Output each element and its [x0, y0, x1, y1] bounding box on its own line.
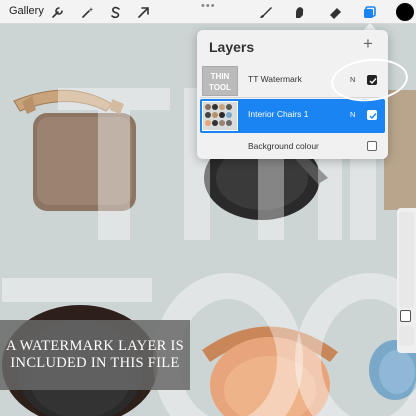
add-layer-button[interactable]: + [363, 35, 373, 52]
layer-thumbnail [202, 101, 238, 131]
background-colour-row[interactable]: Background colour [200, 134, 385, 156]
layer-name: Interior Chairs 1 [248, 109, 309, 119]
background-visibility-checkbox[interactable] [367, 141, 377, 151]
layer-name: TT Watermark [248, 74, 302, 84]
selection-s-icon[interactable] [106, 3, 124, 21]
layer-thumbnail: THIN TOOL [202, 66, 238, 96]
transform-arrow-icon[interactable] [134, 3, 152, 21]
wrench-icon[interactable] [48, 3, 66, 21]
more-options-dots[interactable]: ••• [201, 0, 216, 12]
top-toolbar: Gallery ••• [0, 0, 416, 24]
panel-title: Layers [209, 39, 255, 55]
layer-row-interior-chairs[interactable]: Interior Chairs 1 N [200, 99, 385, 133]
eraser-icon[interactable] [326, 3, 344, 21]
modify-button[interactable] [400, 310, 411, 322]
checkmark-icon [369, 113, 377, 120]
magic-wand-icon[interactable] [78, 3, 96, 21]
blend-mode-button[interactable]: N [350, 110, 355, 119]
color-picker-swatch[interactable] [396, 3, 414, 21]
background-colour-label: Background colour [248, 141, 319, 151]
watermark-caption: A WATERMARK LAYER IS INCLUDED IN THIS FI… [0, 320, 190, 390]
visibility-checkbox[interactable] [367, 110, 377, 120]
layers-icon[interactable] [360, 3, 378, 21]
brush-icon[interactable] [256, 3, 274, 21]
gallery-button[interactable]: Gallery [9, 5, 44, 17]
smudge-icon[interactable] [290, 3, 308, 21]
opacity-slider[interactable] [399, 326, 414, 346]
brush-size-slider[interactable] [399, 212, 414, 308]
